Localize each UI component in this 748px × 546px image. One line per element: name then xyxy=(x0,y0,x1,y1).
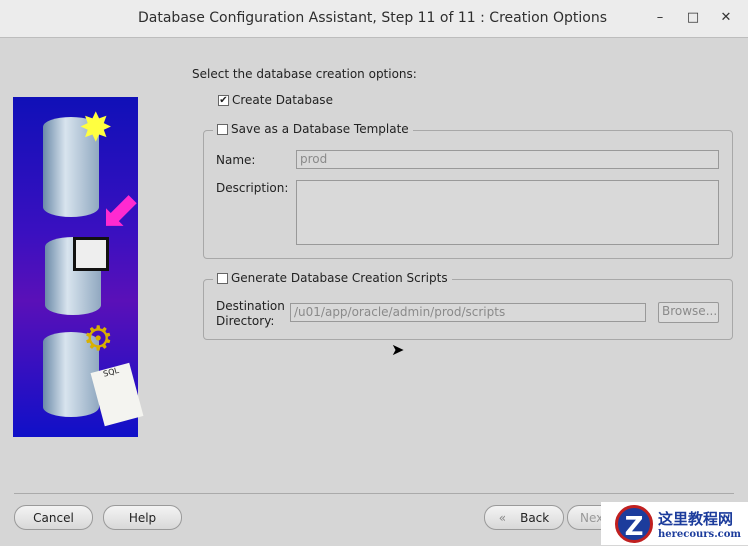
destination-label: Destination Directory: xyxy=(216,299,285,329)
sql-scroll-icon: SQL xyxy=(90,362,144,427)
destination-label-line2: Directory: xyxy=(216,314,275,328)
checkbox-box xyxy=(217,272,228,284)
watermark-logo: Z 这里教程网 herecours.com xyxy=(601,502,748,545)
wizard-illustration: ✸ ⬅ ⚙ SQL xyxy=(13,97,154,437)
title-bar: Database Configuration Assistant, Step 1… xyxy=(0,0,748,38)
checkmark-icon: ✔ xyxy=(218,94,229,106)
watermark-z-icon: Z xyxy=(615,504,653,543)
help-button[interactable]: Help xyxy=(103,505,182,530)
generate-scripts-checkbox[interactable]: Generate Database Creation Scripts xyxy=(213,271,452,285)
name-label: Name: xyxy=(216,153,256,167)
save-template-checkbox[interactable]: Save as a Database Template xyxy=(213,122,413,136)
divider xyxy=(14,493,734,494)
star-icon: ✸ xyxy=(79,105,113,151)
create-database-checkbox[interactable]: ✔ Create Database xyxy=(218,93,333,107)
name-input[interactable]: prod xyxy=(296,150,719,169)
minimize-button[interactable]: – xyxy=(652,10,668,25)
chevron-left-icon: « xyxy=(498,510,507,525)
back-label: Back xyxy=(520,510,550,525)
gears-icon: ⚙ xyxy=(83,319,114,359)
create-database-label: Create Database xyxy=(232,93,333,107)
floppy-disk-icon xyxy=(73,237,109,271)
generate-scripts-label: Generate Database Creation Scripts xyxy=(231,271,448,285)
destination-label-line1: Destination xyxy=(216,299,285,313)
back-button[interactable]: « Back xyxy=(484,505,564,530)
close-button[interactable]: ✕ xyxy=(718,10,734,25)
prompt-label: Select the database creation options: xyxy=(192,67,417,81)
checkbox-box xyxy=(217,123,228,135)
destination-directory-input[interactable]: /u01/app/oracle/admin/prod/scripts xyxy=(290,303,646,322)
mouse-cursor-icon: ➤ xyxy=(391,340,405,359)
save-template-label: Save as a Database Template xyxy=(231,122,409,136)
maximize-button[interactable]: □ xyxy=(685,10,701,25)
cancel-button[interactable]: Cancel xyxy=(14,505,93,530)
window-title: Database Configuration Assistant, Step 1… xyxy=(138,10,607,26)
description-label: Description: xyxy=(216,181,289,195)
description-input[interactable] xyxy=(296,180,719,245)
browse-button[interactable]: Browse... xyxy=(658,302,719,323)
